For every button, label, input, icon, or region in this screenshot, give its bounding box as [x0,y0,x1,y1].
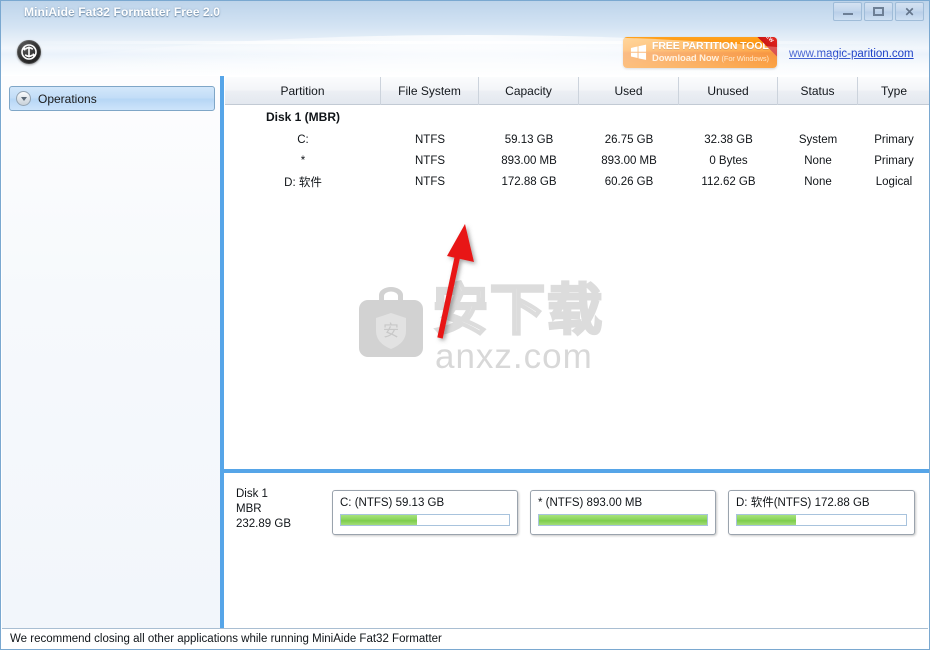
disk-map-partition-label: D: 软件(NTFS) 172.88 GB [736,497,870,509]
cell-file-system: NTFS [414,154,446,167]
disk-map-partition[interactable]: * (NTFS) 893.00 MB [530,490,716,535]
cell-status: None [804,175,832,188]
disk-group-type [858,105,929,129]
disk-group-row[interactable]: Disk 1 (MBR) [225,105,929,129]
table-row[interactable]: * NTFS 893.00 MB 893.00 MB 0 Bytes None … [225,150,929,171]
watermark-chinese: 安下载 [432,278,605,343]
disk-group-label: Disk 1 (MBR) [265,110,340,124]
disk-summary-name: Disk 1 [236,488,268,500]
column-header-unused[interactable]: Unused [679,77,778,105]
column-header-type[interactable]: Type [858,77,929,105]
column-header-status[interactable]: Status [778,77,858,105]
cell-type: Logical [875,175,913,188]
disk-map-usage-bar [340,514,510,526]
cell-capacity: 893.00 MB [501,154,557,167]
maximize-icon [865,3,892,20]
column-header-used[interactable]: Used [579,77,679,105]
cell-unused: 0 Bytes [709,154,748,167]
disk-group-file-system [381,105,479,129]
disk-group-used [579,105,679,129]
window-controls: ✕ [831,2,924,22]
free-partition-tool-banner[interactable]: FREE PARTITION TOOL Download Now (For Wi… [623,37,777,68]
table-header-row: Partition File System Capacity Used Unus… [225,76,929,105]
disk-map-usage-bar [538,514,708,526]
new-ribbon-label: NEW [761,37,775,45]
magic-partition-link[interactable]: www.magic-parition.com [789,48,914,60]
cell-partition: D: 软件 [284,176,322,189]
disk-map-partition[interactable]: D: 软件(NTFS) 172.88 GB [728,490,915,535]
cell-status: None [804,154,832,167]
column-header-partition[interactable]: Partition [225,77,381,105]
disk-map-partition-label: C: (NTFS) 59.13 GB [340,497,445,509]
application-window: MiniAide Fat32 Formatter Free 2.0 ✕ FREE… [0,0,930,650]
column-header-capacity[interactable]: Capacity [479,77,579,105]
promo-subline: Download Now (For Windows) [652,53,769,64]
disk-map-partition[interactable]: C: (NTFS) 59.13 GB [332,490,518,535]
disk-map-usage-fill [539,515,707,525]
disk-summary-scheme: MBR [236,503,262,515]
disk-group-unused [679,105,778,129]
minimize-button[interactable] [833,2,862,21]
disk-summary: Disk 1 MBR 232.89 GB [236,487,291,532]
disk-map-partition-label: * (NTFS) 893.00 MB [538,497,643,509]
promo-subline-small: (For Windows) [721,54,769,63]
disk-map-usage-fill [737,515,797,525]
sidebar-panel-operations[interactable]: Operations [9,86,215,111]
cell-used: 26.75 GB [604,133,654,146]
watermark: 安 安下载 anxz.com [355,278,603,376]
header-sheen [1,41,929,44]
promo-subline-main: Download Now [652,53,719,64]
sidebar: Operations [2,76,220,628]
title-bar: MiniAide Fat32 Formatter Free 2.0 ✕ FREE… [1,1,929,75]
status-bar-message: We recommend closing all other applicati… [10,633,442,645]
table-row[interactable]: D: 软件 NTFS 172.88 GB 60.26 GB 112.62 GB … [225,171,929,192]
disk-map-usage-bar [736,514,907,526]
maximize-button[interactable] [864,2,893,21]
cell-partition: C: [297,133,309,146]
chevron-down-icon [16,91,31,106]
cell-capacity: 59.13 GB [504,133,554,146]
cell-file-system: NTFS [414,133,446,146]
column-header-file-system[interactable]: File System [381,77,479,105]
table-row[interactable]: C: NTFS 59.13 GB 26.75 GB 32.38 GB Syste… [225,129,929,150]
disk-group-status [778,105,858,129]
disk-map-usage-fill [341,515,417,525]
disk-summary-size: 232.89 GB [236,518,291,530]
cell-used: 893.00 MB [601,154,657,167]
minimize-icon [834,3,861,20]
table-body: Disk 1 (MBR) C: NTFS 59.13 GB 26.75 GB 3… [225,105,929,192]
cell-file-system: NTFS [414,175,446,188]
disk-group-capacity [479,105,579,129]
refresh-circle-icon [17,40,41,64]
close-button[interactable]: ✕ [895,2,924,21]
window-title: MiniAide Fat32 Formatter Free 2.0 [24,5,221,19]
cell-type: Primary [874,133,914,146]
status-bar: We recommend closing all other applicati… [2,628,928,649]
partition-list-panel: Partition File System Capacity Used Unus… [224,76,929,469]
windows-logo-icon [630,44,647,60]
promo-headline: FREE PARTITION TOOL [652,40,769,52]
svg-text:安: 安 [383,321,399,340]
cell-used: 60.26 GB [604,175,654,188]
cell-unused: 112.62 GB [701,175,756,188]
cell-capacity: 172.88 GB [501,175,557,188]
cell-partition: * [300,154,306,167]
disk-map-panel: Disk 1 MBR 232.89 GB C: (NTFS) 59.13 GB … [224,473,929,628]
cell-type: Primary [874,154,914,167]
sidebar-panel-label: Operations [38,91,97,106]
close-icon: ✕ [904,4,915,19]
cell-unused: 32.38 GB [704,133,753,146]
bag-shield-icon: 安 [359,287,423,357]
watermark-latin: anxz.com [435,337,593,376]
cell-status: System [798,133,838,146]
